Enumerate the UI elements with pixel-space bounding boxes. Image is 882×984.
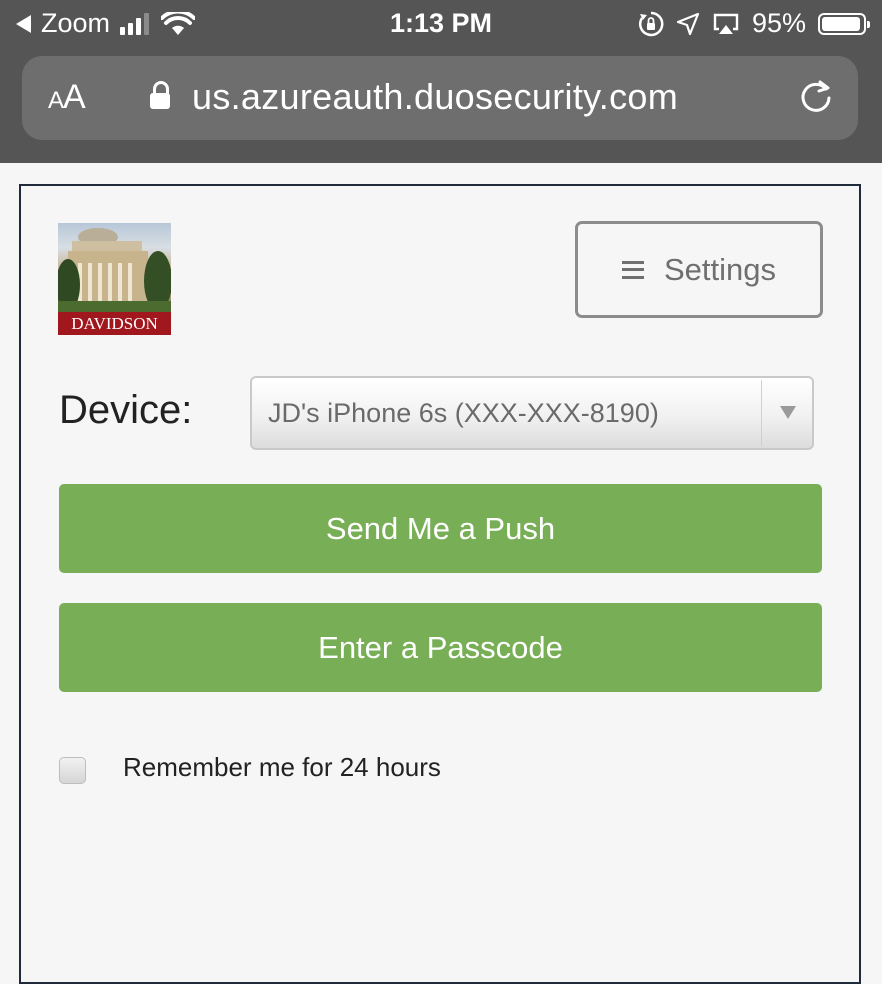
browser-chrome: Zoom 1:13 PM 95% AA us.azureauth.duosecu… bbox=[0, 0, 882, 163]
device-select[interactable]: JD's iPhone 6s (XXX-XXX-8190) bbox=[250, 376, 814, 450]
remember-me-label: Remember me for 24 hours bbox=[123, 752, 441, 782]
url-field[interactable]: us.azureauth.duosecurity.com bbox=[150, 76, 678, 118]
battery-percent: 95% bbox=[751, 8, 806, 38]
orientation-lock-icon bbox=[638, 11, 664, 36]
location-arrow-icon bbox=[676, 12, 700, 35]
college-building-image bbox=[58, 228, 171, 313]
select-divider bbox=[761, 380, 762, 446]
reload-icon[interactable] bbox=[796, 76, 836, 116]
battery-icon bbox=[818, 12, 870, 35]
device-selected-value: JD's iPhone 6s (XXX-XXX-8190) bbox=[268, 398, 659, 428]
text-size-button[interactable]: AA bbox=[48, 78, 86, 117]
hamburger-menu-icon bbox=[621, 260, 644, 279]
text-size-large-glyph: A bbox=[63, 78, 86, 116]
remember-me-checkbox[interactable] bbox=[59, 757, 86, 784]
logo-wordmark: DAVIDSON bbox=[58, 312, 171, 335]
address-bar[interactable]: AA us.azureauth.duosecurity.com bbox=[22, 56, 858, 140]
device-label: Device: bbox=[59, 388, 193, 432]
status-right: 95% bbox=[638, 8, 870, 39]
enter-passcode-button[interactable]: Enter a Passcode bbox=[59, 603, 822, 692]
settings-button[interactable]: Settings bbox=[575, 221, 823, 318]
settings-label: Settings bbox=[663, 251, 776, 287]
url-text: us.azureauth.duosecurity.com bbox=[192, 76, 678, 117]
airplay-icon bbox=[713, 13, 739, 34]
lock-icon bbox=[150, 81, 170, 109]
send-push-button[interactable]: Send Me a Push bbox=[59, 484, 822, 573]
status-bar: Zoom 1:13 PM 95% bbox=[0, 0, 882, 48]
battery-fill bbox=[822, 16, 860, 31]
chevron-down-icon bbox=[780, 406, 796, 419]
davidson-logo: DAVIDSON bbox=[58, 223, 171, 335]
text-size-small-glyph: A bbox=[48, 87, 64, 114]
